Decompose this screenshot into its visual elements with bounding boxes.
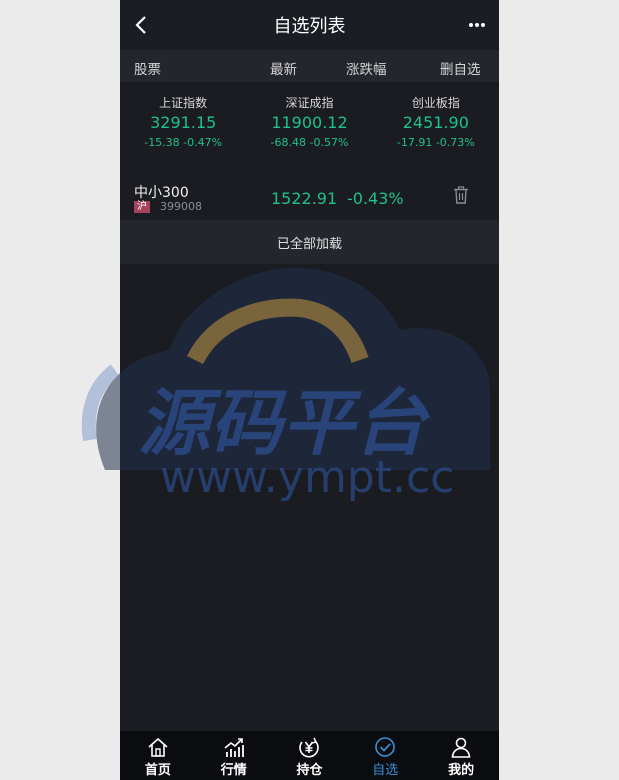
index-name: 上证指数 xyxy=(159,96,208,110)
column-header: 股票 最新 涨跌幅 删自选 xyxy=(120,50,499,82)
tab-label: 自选 xyxy=(372,763,399,778)
index-price: 3291.15 xyxy=(150,113,217,132)
tab-label: 首页 xyxy=(144,763,171,778)
tab-positions[interactable]: 持仓 xyxy=(272,731,348,780)
stock-code: 399008 xyxy=(160,200,202,213)
tab-market[interactable]: 行情 xyxy=(196,731,272,780)
column-change: 涨跌幅 xyxy=(346,62,387,78)
index-price: 2451.90 xyxy=(402,113,469,132)
index-name: 创业板指 xyxy=(411,96,460,110)
stock-price: 1522.91 xyxy=(271,189,338,208)
tab-label: 我的 xyxy=(448,763,475,778)
home-icon xyxy=(148,737,168,757)
index-change: -17.91 -0.73% xyxy=(396,136,475,149)
column-stock: 股票 xyxy=(134,62,161,78)
index-item[interactable]: 深证成指 11900.12 -68.48 -0.57% xyxy=(246,94,372,154)
tab-watchlist[interactable]: 自选 xyxy=(347,731,423,780)
index-price: 11900.12 xyxy=(271,113,348,132)
column-delete: 删自选 xyxy=(440,62,481,78)
tab-home[interactable]: 首页 xyxy=(120,731,196,780)
tab-label: 行情 xyxy=(220,763,247,778)
index-name: 深证成指 xyxy=(285,96,334,110)
bottom-tab-bar: 首页 行情 持仓 自选 我的 xyxy=(120,731,499,780)
index-change: -68.48 -0.57% xyxy=(270,136,349,149)
chart-icon xyxy=(224,738,244,757)
index-change: -15.38 -0.47% xyxy=(144,136,223,149)
top-bar: 自选列表 xyxy=(120,0,499,50)
check-circle-icon xyxy=(375,737,396,757)
phone-screen: 自选列表 股票 最新 涨跌幅 删自选 上证指数 3291.15 -15.38 -… xyxy=(120,0,499,780)
load-status: 已全部加载 xyxy=(120,220,499,264)
yen-icon xyxy=(299,737,320,758)
trash-icon[interactable] xyxy=(453,186,469,204)
column-latest: 最新 xyxy=(270,62,297,78)
user-icon xyxy=(451,737,471,758)
tab-label: 持仓 xyxy=(296,763,323,778)
market-badge: 沪 xyxy=(134,201,150,213)
more-icon[interactable] xyxy=(469,14,485,36)
index-item[interactable]: 上证指数 3291.15 -15.38 -0.47% xyxy=(120,94,246,154)
page-title: 自选列表 xyxy=(273,16,346,37)
watchlist-row[interactable]: 中小300 沪 399008 1522.91 -0.43% xyxy=(120,166,499,220)
spacer xyxy=(120,154,499,166)
stock-name: 中小300 xyxy=(134,185,189,201)
stock-change: -0.43% xyxy=(347,189,404,208)
index-summary: 上证指数 3291.15 -15.38 -0.47% 深证成指 11900.12… xyxy=(120,82,499,154)
tab-mine[interactable]: 我的 xyxy=(423,731,499,780)
back-arrow-icon[interactable] xyxy=(130,13,154,37)
index-item[interactable]: 创业板指 2451.90 -17.91 -0.73% xyxy=(373,94,499,154)
